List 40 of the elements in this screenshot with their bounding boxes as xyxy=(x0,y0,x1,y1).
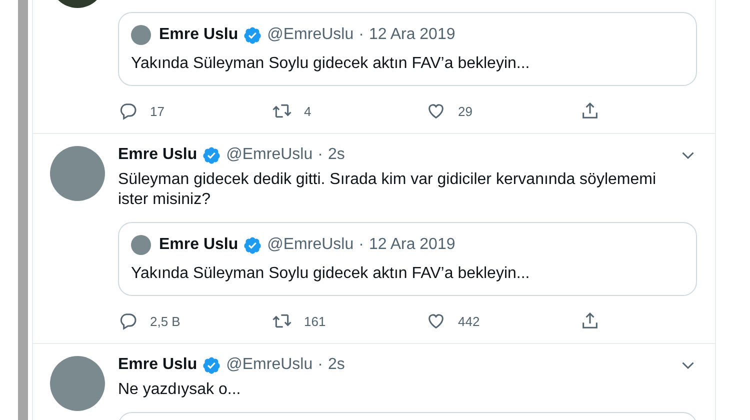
reply-count: 17 xyxy=(150,104,164,118)
separator-dot: · xyxy=(318,146,323,164)
quoted-tweet-text: Yakında Süleyman Soylu gidecek aktın FAV’a bekleyin... xyxy=(131,264,531,284)
separator-dot: · xyxy=(358,236,364,254)
separator-dot: · xyxy=(318,356,323,374)
verified-badge-icon xyxy=(202,146,222,164)
reply-count: 2,5 B xyxy=(150,314,180,328)
verified-badge-icon xyxy=(202,356,222,374)
avatar-placeholder xyxy=(131,25,151,45)
avatar-placeholder xyxy=(131,235,151,255)
tweet-time: 2s xyxy=(328,146,345,164)
author-handle: @EmreUslu xyxy=(226,356,313,374)
retweet-count: 161 xyxy=(304,314,326,328)
author-handle: @EmreUslu xyxy=(226,146,313,164)
like-count: 442 xyxy=(458,314,480,328)
share-icon[interactable] xyxy=(580,101,600,121)
reply-icon[interactable] xyxy=(118,101,138,121)
tweet-date: 12 Ara 2019 xyxy=(368,236,456,254)
verified-badge-icon xyxy=(243,236,262,254)
author-handle: @EmreUslu xyxy=(267,236,354,254)
retweet-count: 4 xyxy=(304,104,312,118)
author-name: Emre Uslu xyxy=(159,236,238,254)
quoted-tweet-text: Yakında Süleyman Soylu gidecek aktın FAV’a bekleyin... xyxy=(131,54,531,74)
tweet-text: Ne yazdıysak o... xyxy=(118,380,242,400)
like-count: 29 xyxy=(458,104,472,118)
tweet-text: Süleyman gidecek dedik gitti. Sırada kim var gidiciler kervanında söylememi ister misiniz? xyxy=(118,170,658,210)
author-name[interactable]: Emre Uslu xyxy=(118,356,198,374)
quoted-tweet-card[interactable]: Emre Uslu @EmreUslu · 12 Ara 2019 Yakında Süleyman Soylu gidecek aktın FAV’a bekleyin... xyxy=(118,12,697,86)
heart-icon[interactable] xyxy=(426,311,446,331)
share-icon[interactable] xyxy=(580,311,600,331)
author-name[interactable]: Emre Uslu xyxy=(118,146,198,164)
heart-icon[interactable] xyxy=(426,101,446,121)
reply-icon[interactable] xyxy=(118,311,138,331)
tweet-date: 12 Ara 2019 xyxy=(368,26,456,44)
tweet-time: 2s xyxy=(328,356,345,374)
verified-badge-icon xyxy=(243,26,262,44)
author-name: Emre Uslu xyxy=(159,26,238,44)
quoted-tweet-card[interactable]: Emre Uslu @EmreUslu · 12 Ara 2019 Yakında Süleyman Soylu gidecek aktın FAV’a bekleyin... xyxy=(118,222,697,296)
author-handle: @EmreUslu xyxy=(267,26,354,44)
separator-dot: · xyxy=(358,26,364,44)
